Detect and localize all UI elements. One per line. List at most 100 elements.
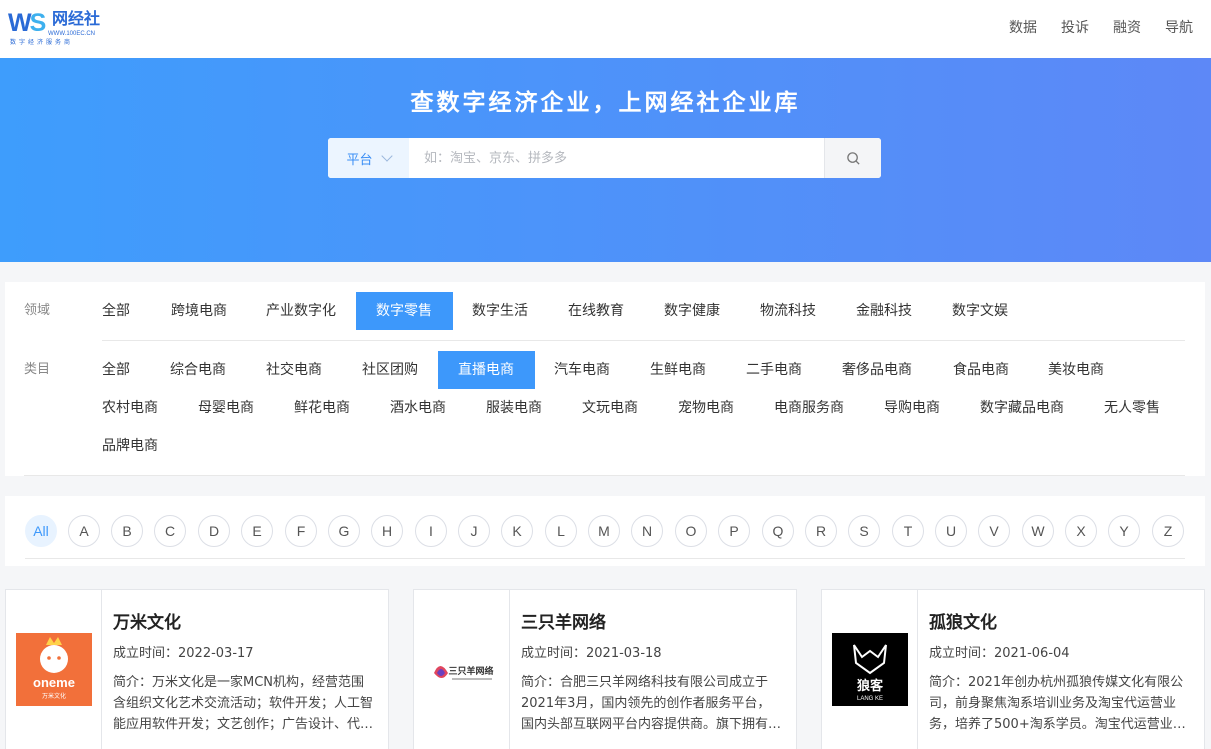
letter-button[interactable]: P bbox=[718, 515, 750, 547]
letter-button[interactable]: Q bbox=[762, 515, 794, 547]
category-item[interactable]: 综合电商 bbox=[150, 351, 246, 389]
category-item[interactable]: 社交电商 bbox=[246, 351, 342, 389]
svg-text:oneme: oneme bbox=[33, 675, 75, 690]
domain-education[interactable]: 在线教育 bbox=[548, 292, 644, 330]
letter-button[interactable]: O bbox=[675, 515, 707, 547]
letter-all[interactable]: All bbox=[25, 515, 57, 547]
letter-button[interactable]: C bbox=[154, 515, 186, 547]
category-item[interactable]: 鲜花电商 bbox=[274, 389, 370, 427]
logo-url: WWW.100EC.CN bbox=[48, 31, 96, 37]
letter-button[interactable]: T bbox=[892, 515, 924, 547]
domain-industrial[interactable]: 产业数字化 bbox=[246, 292, 356, 330]
site-logo[interactable]: WS 网经社 WWW.100EC.CN 数字经济服务商 bbox=[8, 8, 108, 48]
svg-text:三只羊网络: 三只羊网络 bbox=[448, 665, 493, 677]
letter-button[interactable]: Z bbox=[1152, 515, 1184, 547]
company-logo: 狼客 LANG KE bbox=[832, 633, 908, 706]
category-item[interactable]: 二手电商 bbox=[726, 351, 822, 389]
letter-button[interactable]: I bbox=[415, 515, 447, 547]
category-item[interactable]: 宠物电商 bbox=[658, 389, 754, 427]
category-item[interactable]: 服装电商 bbox=[466, 389, 562, 427]
domain-health[interactable]: 数字健康 bbox=[644, 292, 740, 330]
company-desc: 简介：万米文化是一家MCN机构，经营范围含组织文化艺术交流活动；软件开发；人工智… bbox=[113, 675, 374, 732]
hero-banner: 查数字经济企业，上网经社企业库 平台 bbox=[0, 58, 1211, 262]
category-item[interactable]: 农村电商 bbox=[82, 389, 178, 427]
company-desc: 简介：2021年创办杭州孤狼传媒文化有限公司，前身聚焦淘系培训业务及淘宝代运营业… bbox=[929, 675, 1186, 732]
svg-text:LANG KE: LANG KE bbox=[857, 696, 883, 702]
domain-fintech[interactable]: 金融科技 bbox=[836, 292, 932, 330]
letter-button[interactable]: G bbox=[328, 515, 360, 547]
domain-entertainment[interactable]: 数字文娱 bbox=[932, 292, 1028, 330]
category-item-live[interactable]: 直播电商 bbox=[438, 351, 535, 389]
top-nav: 数据 投诉 融资 导航 bbox=[1009, 18, 1193, 38]
logo-brand: 网经社 bbox=[52, 9, 101, 28]
category-item[interactable]: 酒水电商 bbox=[370, 389, 466, 427]
letter-button[interactable]: S bbox=[848, 515, 880, 547]
domain-cross-border[interactable]: 跨境电商 bbox=[151, 292, 247, 330]
search-category-select[interactable]: 平台 bbox=[328, 138, 409, 178]
letter-button[interactable]: A bbox=[68, 515, 100, 547]
nav-navigation[interactable]: 导航 bbox=[1165, 18, 1193, 38]
category-item[interactable]: 文玩电商 bbox=[562, 389, 658, 427]
search-category-label: 平台 bbox=[346, 152, 373, 168]
company-name[interactable]: 万米文化 bbox=[113, 612, 181, 634]
letter-button[interactable]: X bbox=[1065, 515, 1097, 547]
category-item[interactable]: 社区团购 bbox=[342, 351, 438, 389]
category-item[interactable]: 无人零售 bbox=[1084, 389, 1180, 427]
letter-button[interactable]: H bbox=[371, 515, 403, 547]
company-logo: oneme 万米文化 bbox=[16, 633, 92, 706]
company-founded: 成立时间：2021-06-04 bbox=[929, 646, 1070, 661]
company-card[interactable]: oneme 万米文化 万米文化 成立时间：2022-03-17 简介：万米文化是… bbox=[5, 589, 389, 749]
letter-button[interactable]: L bbox=[545, 515, 577, 547]
company-card[interactable]: 三只羊网络 三只羊网络 成立时间：2021-03-18 简介：合肥三只羊网络科技… bbox=[413, 589, 797, 749]
filter-divider bbox=[24, 475, 1185, 476]
category-item[interactable]: 全部 bbox=[82, 351, 150, 389]
letter-divider bbox=[25, 558, 1185, 559]
letter-button[interactable]: Y bbox=[1108, 515, 1140, 547]
letter-button[interactable]: W bbox=[1022, 515, 1054, 547]
logo-mark: WS bbox=[8, 9, 46, 37]
nav-data[interactable]: 数据 bbox=[1009, 18, 1037, 38]
category-item[interactable]: 美妆电商 bbox=[1028, 351, 1124, 389]
nav-complaint[interactable]: 投诉 bbox=[1061, 18, 1089, 38]
letter-button[interactable]: U bbox=[935, 515, 967, 547]
category-item[interactable]: 母婴电商 bbox=[178, 389, 274, 427]
search-icon bbox=[846, 151, 860, 165]
category-item[interactable]: 生鲜电商 bbox=[630, 351, 726, 389]
category-item[interactable]: 导购电商 bbox=[864, 389, 960, 427]
company-desc: 简介：合肥三只羊网络科技有限公司成立于2021年3月，国内领先的创作者服务平台，… bbox=[521, 675, 782, 732]
company-name[interactable]: 三只羊网络 bbox=[521, 612, 606, 634]
category-item[interactable]: 电商服务商 bbox=[754, 389, 864, 427]
letter-button[interactable]: J bbox=[458, 515, 490, 547]
company-logo-box: 狼客 LANG KE bbox=[822, 590, 918, 749]
letter-button[interactable]: F bbox=[285, 515, 317, 547]
svg-text:狼客: 狼客 bbox=[856, 678, 884, 694]
category-item[interactable]: 数字藏品电商 bbox=[960, 389, 1084, 427]
domain-retail[interactable]: 数字零售 bbox=[356, 292, 453, 330]
company-logo-box: 三只羊网络 bbox=[414, 590, 510, 749]
letter-button[interactable]: D bbox=[198, 515, 230, 547]
letter-button[interactable]: B bbox=[111, 515, 143, 547]
letter-button[interactable]: V bbox=[978, 515, 1010, 547]
company-name[interactable]: 孤狼文化 bbox=[929, 612, 997, 634]
category-item[interactable]: 奢侈品电商 bbox=[822, 351, 932, 389]
category-item[interactable]: 汽车电商 bbox=[534, 351, 630, 389]
logo-subtitle: 数字经济服务商 bbox=[10, 39, 74, 46]
letter-button[interactable]: K bbox=[501, 515, 533, 547]
letter-button[interactable]: M bbox=[588, 515, 620, 547]
category-item[interactable]: 品牌电商 bbox=[82, 427, 178, 465]
company-founded: 成立时间：2021-03-18 bbox=[521, 646, 662, 661]
company-card[interactable]: 狼客 LANG KE 孤狼文化 成立时间：2021-06-04 简介：2021年… bbox=[821, 589, 1205, 749]
domain-life[interactable]: 数字生活 bbox=[452, 292, 548, 330]
letter-button[interactable]: E bbox=[241, 515, 273, 547]
letter-button[interactable]: R bbox=[805, 515, 837, 547]
nav-financing[interactable]: 融资 bbox=[1113, 18, 1141, 38]
search-input[interactable] bbox=[409, 138, 824, 178]
top-bar: WS 网经社 WWW.100EC.CN 数字经济服务商 数据 投诉 融资 导航 bbox=[0, 0, 1211, 58]
letter-button[interactable]: N bbox=[631, 515, 663, 547]
search-bar: 平台 bbox=[328, 138, 881, 178]
domain-logistics[interactable]: 物流科技 bbox=[740, 292, 836, 330]
search-button[interactable] bbox=[824, 138, 881, 178]
category-item[interactable]: 食品电商 bbox=[933, 351, 1029, 389]
domain-all[interactable]: 全部 bbox=[82, 292, 150, 330]
company-logo: 三只羊网络 bbox=[424, 633, 500, 706]
